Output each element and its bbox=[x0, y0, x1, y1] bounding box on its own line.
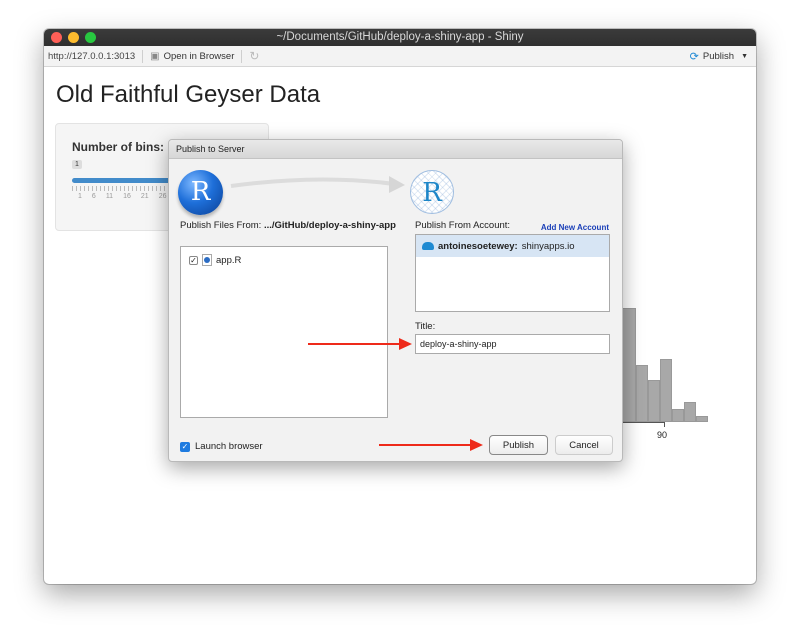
cloud-icon bbox=[422, 242, 434, 250]
account-list-item[interactable]: antoinesoetewey: shinyapps.io bbox=[416, 235, 609, 257]
open-in-browser-button[interactable]: ▣ Open in Browser bbox=[150, 51, 234, 62]
close-window-button[interactable] bbox=[51, 32, 62, 43]
url-field[interactable]: http://127.0.0.1:3013 bbox=[48, 51, 135, 62]
file-checkbox[interactable]: ✓ bbox=[189, 255, 198, 265]
launch-browser-label: Launch browser bbox=[195, 441, 263, 452]
publish-button[interactable]: Publish bbox=[489, 435, 548, 455]
launch-browser-option[interactable]: ✓ Launch browser bbox=[180, 441, 263, 452]
annotation-arrow-icon bbox=[308, 338, 412, 350]
tick-label: 6 bbox=[91, 193, 96, 200]
files-from-label: Publish Files From: .../GitHub/deploy-a-… bbox=[180, 220, 405, 232]
bins-label: Number of bins: bbox=[72, 140, 164, 154]
publish-icon: ⟳ bbox=[689, 50, 699, 63]
annotation-arrow-icon bbox=[379, 439, 483, 451]
slider-value-badge: 1 bbox=[72, 160, 82, 169]
zoom-window-button[interactable] bbox=[85, 32, 96, 43]
account-user: antoinesoetewey: bbox=[438, 240, 518, 252]
histogram-bar bbox=[660, 359, 672, 422]
publish-to-server-dialog: Publish to Server R R Publish Files From… bbox=[168, 139, 623, 462]
publish-flow-arrow-icon bbox=[230, 176, 405, 193]
histogram-bar bbox=[672, 409, 684, 422]
histogram-bar bbox=[636, 365, 648, 422]
publish-label: Publish bbox=[702, 50, 735, 62]
slider-tick-labels: 1 6 11 16 21 26 bbox=[78, 193, 166, 200]
window-title: ~/Documents/GitHub/deploy-a-shiny-app - … bbox=[276, 31, 524, 43]
account-label: Publish From Account: bbox=[415, 220, 511, 231]
tick-label: 1 bbox=[78, 193, 82, 200]
dialog-title: Publish to Server bbox=[169, 140, 622, 159]
tick-label: 21 bbox=[140, 193, 149, 200]
tick-label: 16 bbox=[123, 193, 131, 200]
histogram-bar bbox=[621, 308, 636, 422]
files-from-path: .../GitHub/deploy-a-shiny-app bbox=[263, 220, 396, 231]
viewer-toolbar: http://127.0.0.1:3013 ▣ Open in Browser … bbox=[44, 46, 756, 67]
file-list: ✓ app.R bbox=[180, 246, 388, 418]
browser-icon: ▣ bbox=[150, 50, 160, 62]
toolbar-divider bbox=[241, 49, 243, 63]
account-list: antoinesoetewey: shinyapps.io bbox=[415, 234, 610, 312]
r-file-icon bbox=[202, 254, 212, 266]
publish-toolbar-button[interactable]: ⟳ Publish ▼ bbox=[690, 50, 748, 63]
page-title: Old Faithful Geyser Data bbox=[56, 81, 321, 108]
x-axis-tick bbox=[664, 422, 665, 427]
tick-label: 26 bbox=[158, 193, 167, 200]
cancel-button[interactable]: Cancel bbox=[555, 435, 613, 455]
file-name: app.R bbox=[216, 254, 242, 266]
tick-label: 11 bbox=[105, 193, 114, 200]
file-list-item[interactable]: ✓ app.R bbox=[189, 254, 241, 266]
histogram-bar bbox=[684, 402, 696, 422]
files-from-text: Publish Files From: bbox=[180, 220, 262, 231]
title-label: Title: bbox=[415, 321, 436, 332]
add-new-account-link[interactable]: Add New Account bbox=[541, 223, 609, 232]
open-in-browser-label: Open in Browser bbox=[163, 50, 235, 62]
account-server: shinyapps.io bbox=[521, 240, 575, 252]
x-tick-label: 90 bbox=[657, 430, 668, 440]
histogram-bar bbox=[648, 380, 660, 422]
title-input[interactable] bbox=[415, 334, 610, 354]
toolbar-divider bbox=[142, 49, 144, 63]
chevron-down-icon[interactable]: ▼ bbox=[741, 53, 748, 60]
refresh-icon[interactable]: ↻ bbox=[249, 49, 259, 63]
launch-browser-checkbox[interactable]: ✓ bbox=[180, 441, 190, 452]
rstudio-connect-logo-icon: R bbox=[410, 170, 454, 214]
r-logo-icon: R bbox=[178, 170, 223, 215]
histogram-bar bbox=[696, 416, 708, 422]
title-bar: ~/Documents/GitHub/deploy-a-shiny-app - … bbox=[44, 29, 756, 46]
minimize-window-button[interactable] bbox=[68, 32, 79, 43]
